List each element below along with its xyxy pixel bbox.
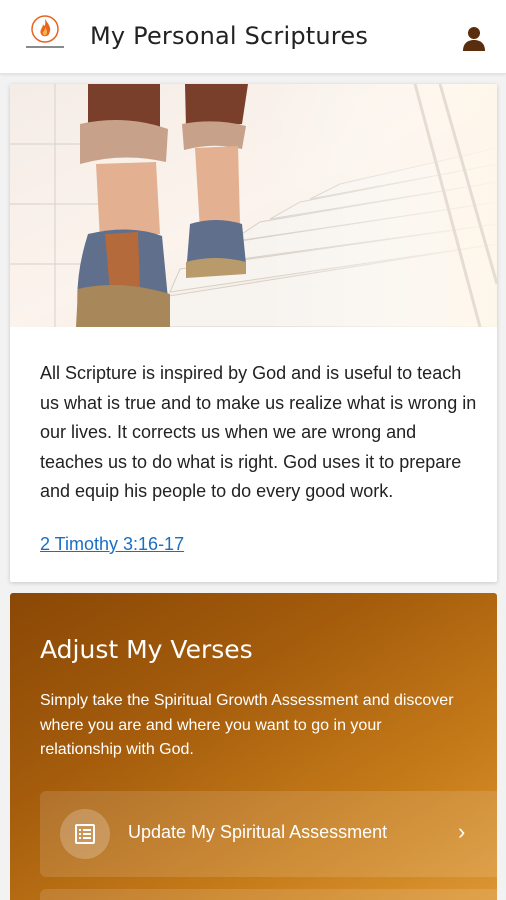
adjust-verses-description: Simply take the Spiritual Growth Assessm…	[40, 692, 454, 758]
flame-logo-icon[interactable]	[22, 14, 68, 54]
list-document-icon	[60, 809, 110, 859]
adjust-verses-title: Adjust My Verses	[40, 635, 253, 664]
hero-image-stairs	[10, 84, 497, 327]
page-title: My Personal Scriptures	[90, 22, 369, 50]
next-action-button[interactable]	[40, 889, 497, 900]
scripture-card: All Scripture is inspired by God and is …	[10, 84, 497, 582]
adjust-verses-card: Adjust My Verses Simply take the Spiritu…	[10, 593, 497, 900]
update-assessment-label: Update My Spiritual Assessment	[128, 822, 388, 842]
scripture-reference-link[interactable]: 2 Timothy 3:16-17	[40, 534, 184, 555]
update-assessment-button[interactable]: Update My Spiritual Assessment ›	[40, 791, 497, 877]
scripture-verse-text: All Scripture is inspired by God and is …	[40, 363, 477, 501]
person-icon[interactable]	[460, 24, 488, 52]
app-header: My Personal Scriptures	[0, 0, 506, 74]
chevron-right-icon: ›	[458, 819, 466, 844]
app-screen: My Personal Scriptures All Scripture is …	[0, 0, 506, 900]
